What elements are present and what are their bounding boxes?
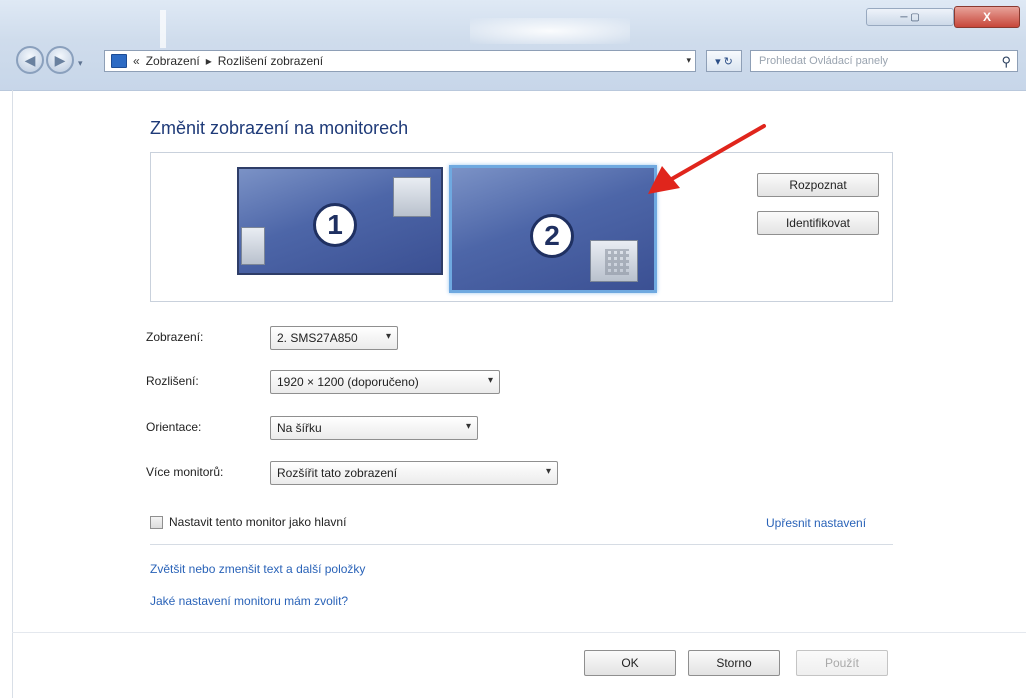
which-settings-link[interactable]: Jaké nastavení monitoru mám zvolit?	[150, 594, 348, 608]
title-decoration	[160, 10, 166, 48]
back-arrow-icon: ◀	[24, 51, 36, 68]
resolution-value: 1920 × 1200 (doporučeno)	[277, 375, 419, 389]
forward-arrow-icon: ▶	[54, 51, 66, 68]
orientation-select[interactable]: Na šířku ▾	[270, 416, 478, 440]
forward-button[interactable]: ▶	[46, 46, 74, 74]
breadcrumb-display[interactable]: Zobrazení	[146, 54, 200, 68]
main-display-checkbox-row[interactable]: Nastavit tento monitor jako hlavní	[150, 515, 346, 529]
monitor-1[interactable]: 1	[237, 167, 443, 275]
monitor-arrangement-panel: 1 2 Rozpoznat Identifikovat	[150, 152, 893, 302]
footer-divider	[12, 632, 1026, 633]
window-thumbnail-icon	[590, 240, 638, 282]
display-value: 2. SMS27A850	[277, 331, 358, 345]
breadcrumb-overflow[interactable]: «	[133, 54, 140, 68]
chevron-down-icon: ▾	[487, 375, 493, 386]
resolution-label: Rozlišení:	[146, 374, 199, 388]
text-size-link[interactable]: Zvětšit nebo zmenšit text a další položk…	[150, 562, 365, 576]
display-select[interactable]: 2. SMS27A850 ▾	[270, 326, 398, 350]
title-bar: ─ ▢ X ◀ ▶ ▾ « Zobrazení ▸ Rozlišení zobr…	[0, 0, 1026, 91]
address-dropdown-icon[interactable]: ▾	[686, 55, 691, 66]
monitor-number-badge: 2	[530, 214, 574, 258]
title-glow	[470, 18, 630, 44]
multiple-displays-select[interactable]: Rozšířit tato zobrazení ▾	[270, 461, 558, 485]
main-display-label: Nastavit tento monitor jako hlavní	[169, 515, 347, 529]
window-controls[interactable]: ─ ▢	[866, 8, 954, 26]
multiple-displays-value: Rozšířit tato zobrazení	[277, 466, 398, 480]
window-thumbnail-icon	[241, 227, 265, 265]
orientation-label: Orientace:	[146, 420, 202, 434]
left-border	[12, 90, 13, 698]
close-button[interactable]: X	[954, 6, 1020, 28]
advanced-settings-link[interactable]: Upřesnit nastavení	[766, 516, 866, 530]
recent-pages-dropdown-icon[interactable]: ▾	[78, 58, 88, 68]
cancel-button[interactable]: Storno	[688, 650, 780, 676]
red-annotation-arrow-icon	[648, 124, 766, 194]
breadcrumb-resolution[interactable]: Rozlišení zobrazení	[218, 54, 323, 68]
display-label: Zobrazení:	[146, 330, 204, 344]
chevron-down-icon: ▾	[385, 331, 391, 342]
refresh-button[interactable]: ▾ ↻	[706, 50, 742, 72]
address-bar[interactable]: « Zobrazení ▸ Rozlišení zobrazení ▾	[104, 50, 696, 72]
page-title: Změnit zobrazení na monitorech	[150, 118, 409, 138]
identify-button[interactable]: Identifikovat	[757, 211, 879, 235]
search-icon[interactable]: ⚲	[1001, 54, 1011, 70]
monitor-number-badge: 1	[313, 203, 357, 247]
orientation-value: Na šířku	[277, 421, 322, 435]
chevron-down-icon: ▾	[545, 466, 551, 477]
chevron-down-icon: ▾	[465, 421, 471, 432]
multiple-displays-label: Více monitorů:	[146, 465, 224, 479]
ok-button[interactable]: OK	[584, 650, 676, 676]
search-placeholder: Prohledat Ovládací panely	[759, 55, 889, 67]
back-button[interactable]: ◀	[16, 46, 44, 74]
control-panel-icon	[111, 54, 127, 68]
search-input[interactable]: Prohledat Ovládací panely ⚲	[750, 50, 1018, 72]
breadcrumb-separator[interactable]: ▸	[206, 54, 212, 68]
divider	[150, 544, 893, 545]
apply-button[interactable]: Použít	[796, 650, 888, 676]
main-display-checkbox[interactable]	[150, 515, 163, 529]
monitor-2[interactable]: 2	[449, 165, 657, 293]
window-thumbnail-icon	[393, 177, 431, 217]
detect-button[interactable]: Rozpoznat	[757, 173, 879, 197]
resolution-select[interactable]: 1920 × 1200 (doporučeno) ▾	[270, 370, 500, 394]
grid-pattern	[605, 249, 629, 275]
